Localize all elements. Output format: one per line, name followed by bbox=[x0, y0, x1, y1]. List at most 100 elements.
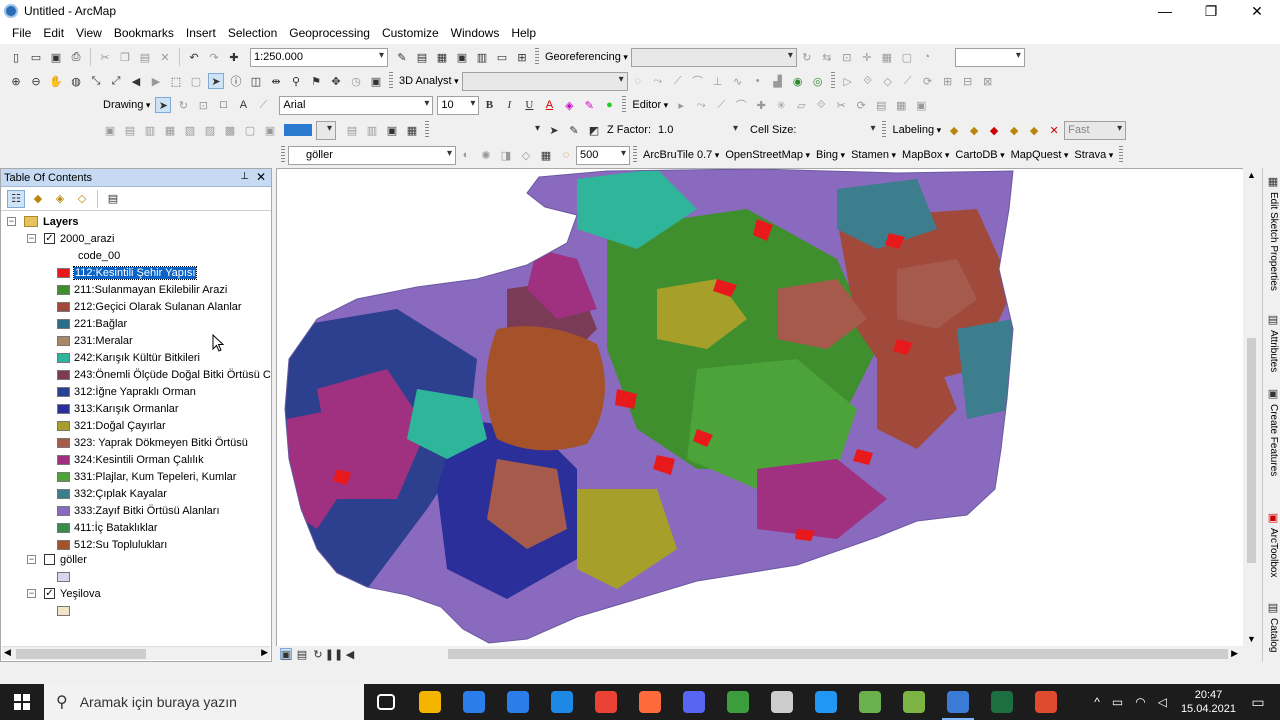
layout-icon-3[interactable]: ▥ bbox=[142, 122, 158, 138]
legend-class-item[interactable]: 312:İğne Yapraklı Orman bbox=[57, 383, 196, 400]
georeferencing-menu[interactable]: Georeferencing bbox=[545, 51, 628, 63]
zoom-to-selected-icon[interactable]: ⊡ bbox=[195, 97, 211, 113]
bold-button[interactable]: B bbox=[481, 97, 497, 113]
list-by-drawing-order-icon[interactable]: ☷ bbox=[7, 189, 25, 208]
basemap-mapquest[interactable]: MapQuest bbox=[1011, 149, 1069, 161]
new-document-icon[interactable]: ▯ bbox=[8, 49, 24, 65]
layout-icon-10[interactable]: ▤ bbox=[344, 122, 360, 138]
lock-labels-icon[interactable]: ◆ bbox=[986, 122, 1002, 138]
layout-icon-13[interactable]: ▦ bbox=[404, 122, 420, 138]
swipe-icon[interactable]: ◨ bbox=[498, 147, 514, 163]
map-display[interactable] bbox=[276, 168, 1260, 648]
collapse-icon[interactable]: − bbox=[27, 234, 36, 243]
scroll-thumb[interactable] bbox=[1247, 338, 1256, 563]
reshape-icon[interactable]: ⟐ bbox=[860, 73, 876, 89]
menu-bookmarks[interactable]: Bookmarks bbox=[108, 26, 180, 40]
legend-class-item[interactable]: 331:Plajlar, Kum Tepeleri, Kumlar bbox=[57, 468, 236, 485]
taskbar-app-icon[interactable] bbox=[540, 684, 584, 720]
arctoolbox-icon[interactable]: ▥ bbox=[474, 49, 490, 65]
eyedropper-icon[interactable]: ✎ bbox=[566, 122, 582, 138]
contrast-icon[interactable]: ◐ bbox=[458, 147, 474, 163]
tab-catalog[interactable]: Catalog bbox=[1265, 618, 1279, 652]
create-features-icon[interactable]: ⊠ bbox=[980, 73, 996, 89]
menu-customize[interactable]: Customize bbox=[376, 26, 445, 40]
labeling-menu[interactable]: Labeling bbox=[892, 124, 941, 136]
legend-class-item[interactable]: 112:Kesintili Şehir Yapısı bbox=[57, 264, 198, 281]
edit-vertex-icon[interactable]: ▷ bbox=[840, 73, 856, 89]
edit-tool-icon[interactable]: ▸ bbox=[673, 97, 689, 113]
menu-selection[interactable]: Selection bbox=[222, 26, 283, 40]
shift-icon[interactable]: ⇆ bbox=[819, 49, 835, 65]
menu-geoprocessing[interactable]: Geoprocessing bbox=[283, 26, 376, 40]
legend-class-item[interactable]: 323: Yaprak Dökmeyen Bitki Örtüsü bbox=[57, 434, 248, 451]
taskbar-app-icon[interactable] bbox=[408, 684, 452, 720]
cut-icon[interactable]: ✂ bbox=[97, 49, 113, 65]
sketch-properties-icon[interactable]: ⊟ bbox=[960, 73, 976, 89]
pan-hand-icon[interactable]: ✋ bbox=[48, 73, 64, 89]
text-a-icon[interactable]: A bbox=[235, 97, 251, 113]
tab-attributes[interactable]: Attributes bbox=[1265, 330, 1279, 372]
wifi-icon[interactable]: ◠ bbox=[1135, 695, 1145, 709]
trace-icon[interactable]: ✚ bbox=[753, 97, 769, 113]
toc-horizontal-scrollbar[interactable]: ◀ ▶ bbox=[2, 646, 270, 660]
list-by-selection-icon[interactable]: ◇ bbox=[73, 190, 91, 208]
minimize-button[interactable]: — bbox=[1142, 0, 1188, 22]
edit-vertices-editor-icon[interactable]: ▱ bbox=[793, 97, 809, 113]
viewer-icon[interactable]: ▢ bbox=[899, 49, 915, 65]
map-horizontal-scroll-thumb[interactable] bbox=[448, 649, 1228, 659]
menu-insert[interactable]: Insert bbox=[180, 26, 222, 40]
fast-combo[interactable]: Fast bbox=[1064, 120, 1127, 140]
network-icon[interactable]: ▭ bbox=[1112, 695, 1123, 709]
land-cover-map[interactable] bbox=[277, 169, 1260, 648]
edit-annotation-icon[interactable]: ⤳ bbox=[693, 97, 709, 113]
volume-icon[interactable]: ◁ bbox=[1158, 695, 1167, 709]
label-priority-icon[interactable]: ◆ bbox=[966, 122, 982, 138]
scroll-right-icon[interactable]: ▶ bbox=[1231, 648, 1238, 659]
layout-icon-9[interactable]: ▣ bbox=[262, 122, 278, 138]
rotate-element-icon[interactable]: ↻ bbox=[175, 97, 191, 113]
layout-icon-1[interactable]: ▣ bbox=[102, 122, 118, 138]
interpolate-point-icon[interactable]: • bbox=[750, 73, 766, 89]
save-icon[interactable]: ▣ bbox=[48, 49, 64, 65]
find-route-icon[interactable]: ⚑ bbox=[308, 73, 324, 89]
collapse-icon[interactable]: − bbox=[7, 217, 16, 226]
fixed-zoom-in-icon[interactable]: ⤡ bbox=[88, 73, 104, 89]
layout-icon-2[interactable]: ▤ bbox=[122, 122, 138, 138]
layer-yesilova[interactable]: − ✓ Yeşilova bbox=[27, 585, 101, 602]
tab-create-features[interactable]: Create Features bbox=[1265, 404, 1279, 476]
font-color-icon[interactable]: A bbox=[541, 97, 557, 113]
rotate-icon[interactable]: ↻ bbox=[799, 49, 815, 65]
table-of-contents-icon[interactable]: ▤ bbox=[414, 49, 430, 65]
contour-icon[interactable]: ◌ bbox=[630, 73, 646, 89]
layer-checkbox[interactable]: ✓ bbox=[44, 588, 55, 599]
menu-help[interactable]: Help bbox=[505, 26, 542, 40]
editor-menu[interactable]: Editor bbox=[632, 99, 668, 111]
graph-icon[interactable]: ▟ bbox=[770, 73, 786, 89]
legend-class-item[interactable]: 212:Geçici Olarak Sulanan Alanlar bbox=[57, 298, 242, 315]
list-by-source-icon[interactable]: ◆ bbox=[29, 190, 47, 208]
scroll-up-icon[interactable]: ▲ bbox=[1247, 170, 1256, 180]
taskbar-app-icon[interactable] bbox=[496, 684, 540, 720]
layout-icon-8[interactable]: ▢ bbox=[242, 122, 258, 138]
point-icon[interactable]: ✳ bbox=[773, 97, 789, 113]
forward-extent-icon[interactable]: ▶ bbox=[148, 73, 164, 89]
menu-view[interactable]: View bbox=[70, 26, 108, 40]
rotate-feature-icon[interactable]: ⟳ bbox=[920, 73, 936, 89]
menu-file[interactable]: File bbox=[6, 26, 37, 40]
catalog-window-icon[interactable]: ▦ bbox=[434, 49, 450, 65]
marker-color-icon[interactable]: ● bbox=[601, 97, 617, 113]
legend-class-item[interactable]: 243:Önemli Ölçüde Doğal Bitki Örtüsü C bbox=[57, 366, 271, 383]
point-profile-icon[interactable]: ⊥ bbox=[710, 73, 726, 89]
maximize-button[interactable]: ❐ bbox=[1188, 0, 1234, 22]
taskbar-app-icon[interactable] bbox=[628, 684, 672, 720]
pause-labeling-icon[interactable]: ◆ bbox=[1026, 122, 1042, 138]
layout-icon-12[interactable]: ▣ bbox=[384, 122, 400, 138]
georef-extra-combo[interactable] bbox=[954, 47, 1025, 67]
taskbar-app-icon[interactable] bbox=[452, 684, 496, 720]
interpolate-line-icon[interactable]: ∿ bbox=[730, 73, 746, 89]
zoom-in-icon[interactable]: ⊕ bbox=[8, 73, 24, 89]
taskbar-app-icon[interactable] bbox=[584, 684, 628, 720]
endpoint-arc-icon[interactable]: ⌒ bbox=[733, 97, 749, 113]
python-window-icon[interactable]: ▭ bbox=[494, 49, 510, 65]
legend-class-item[interactable]: 242:Karışık Kültür Bitkileri bbox=[57, 349, 200, 366]
